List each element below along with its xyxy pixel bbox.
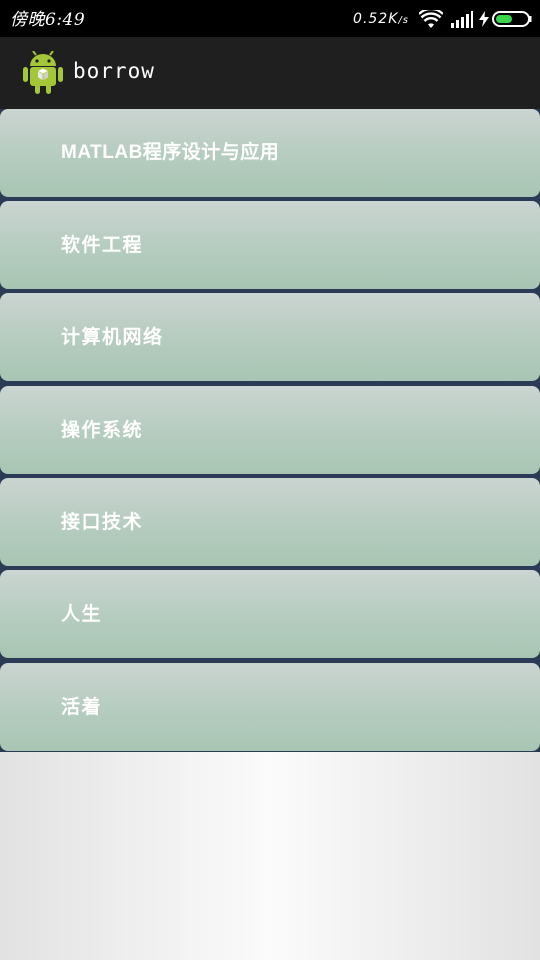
network-speed-value: 0.52K xyxy=(353,11,399,27)
wifi-icon xyxy=(419,9,443,29)
list-item-to-live[interactable]: 活着 xyxy=(0,663,540,751)
list-item-computer-networks[interactable]: 计算机网络 xyxy=(0,293,540,381)
list-item-interface-technology[interactable]: 接口技术 xyxy=(0,478,540,566)
list-item-label: 操作系统 xyxy=(61,419,144,441)
list-item-label: 软件工程 xyxy=(61,234,144,256)
list-item-matlab[interactable]: MATLAB程序设计与应用 xyxy=(0,109,540,197)
list-item-label: MATLAB程序设计与应用 xyxy=(61,142,280,163)
book-list: MATLAB程序设计与应用 软件工程 计算机网络 操作系统 接口技术 人生 活着 xyxy=(0,109,540,752)
app-title: borrow xyxy=(73,59,155,83)
list-item-life[interactable]: 人生 xyxy=(0,570,540,658)
status-bar: 傍晚6:49 0.52K/s xyxy=(0,0,540,37)
network-speed: 0.52K/s xyxy=(353,11,409,27)
list-item-label: 计算机网络 xyxy=(61,326,164,348)
list-item-label: 人生 xyxy=(61,603,103,625)
list-item-label: 活着 xyxy=(61,696,103,718)
status-icons: 0.52K/s xyxy=(353,6,532,32)
list-item-operating-systems[interactable]: 操作系统 xyxy=(0,386,540,474)
android-icon[interactable] xyxy=(22,50,64,95)
charging-icon xyxy=(479,11,489,27)
list-item-label: 接口技术 xyxy=(61,511,144,533)
network-speed-unit: /s xyxy=(398,15,409,26)
battery-icon xyxy=(492,11,532,27)
action-bar: borrow xyxy=(0,37,540,110)
status-time: 傍晚6:49 xyxy=(10,10,86,30)
signal-icon xyxy=(451,10,473,28)
list-item-software-engineering[interactable]: 软件工程 xyxy=(0,201,540,289)
